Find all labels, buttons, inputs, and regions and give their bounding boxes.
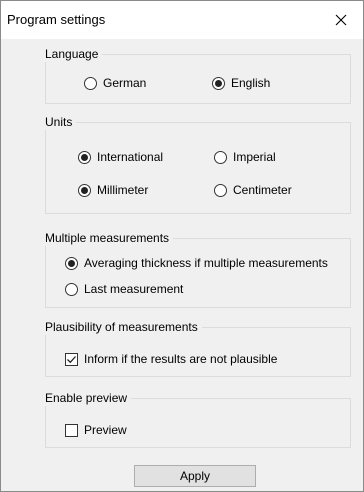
language-english-label: English — [231, 76, 271, 90]
enable-preview-group-label: Enable preview — [45, 390, 132, 406]
plausibility-group-label: Plausibility of measurements — [45, 319, 202, 335]
radio-indicator — [84, 76, 97, 90]
plausibility-checkbox[interactable]: Inform if the results are not plausible — [65, 352, 277, 366]
radio-indicator — [78, 150, 91, 164]
multiple-measurements-group-label: Multiple measurements — [45, 230, 174, 246]
last-measurement-label: Last measurement — [84, 282, 184, 296]
close-button[interactable] — [319, 1, 363, 39]
language-group: Language German English — [45, 46, 351, 104]
radio-indicator — [65, 282, 78, 296]
dialog-title: Program settings — [7, 12, 106, 27]
multiple-measurements-group: Multiple measurements Averaging thicknes… — [45, 230, 351, 308]
enable-preview-group: Enable preview Preview — [45, 390, 351, 448]
apply-button[interactable]: Apply — [134, 465, 256, 487]
radio-indicator — [214, 183, 227, 197]
radio-indicator — [65, 256, 78, 270]
units-centimeter-radio[interactable]: Centimeter — [214, 183, 292, 197]
units-millimeter-radio[interactable]: Millimeter — [78, 183, 148, 197]
units-centimeter-label: Centimeter — [233, 183, 292, 197]
checkmark-icon — [67, 355, 76, 363]
last-measurement-radio[interactable]: Last measurement — [65, 282, 183, 296]
close-icon — [335, 14, 347, 26]
program-settings-dialog: Program settings Language German English… — [0, 0, 364, 492]
units-international-label: International — [97, 150, 164, 164]
title-bar: Program settings — [1, 1, 363, 39]
units-imperial-radio[interactable]: Imperial — [214, 150, 276, 164]
checkbox-indicator — [65, 423, 78, 437]
plausibility-checkbox-label: Inform if the results are not plausible — [84, 352, 278, 366]
preview-checkbox-label: Preview — [84, 423, 127, 437]
units-international-radio[interactable]: International — [78, 150, 163, 164]
units-group: Units International Imperial Millimeter … — [45, 114, 351, 214]
units-millimeter-label: Millimeter — [97, 183, 149, 197]
radio-indicator — [78, 183, 91, 197]
averaging-thickness-radio[interactable]: Averaging thickness if multiple measurem… — [65, 256, 328, 270]
plausibility-group: Plausibility of measurements Inform if t… — [45, 319, 351, 377]
units-imperial-label: Imperial — [233, 150, 276, 164]
language-german-radio[interactable]: German — [84, 76, 146, 90]
averaging-thickness-label: Averaging thickness if multiple measurem… — [84, 256, 328, 270]
units-group-label: Units — [45, 114, 77, 130]
language-german-label: German — [103, 76, 147, 90]
radio-indicator — [212, 76, 225, 90]
language-english-radio[interactable]: English — [212, 76, 270, 90]
preview-checkbox[interactable]: Preview — [65, 423, 127, 437]
language-group-label: Language — [45, 46, 103, 62]
checkbox-indicator — [65, 352, 78, 366]
radio-indicator — [214, 150, 227, 164]
